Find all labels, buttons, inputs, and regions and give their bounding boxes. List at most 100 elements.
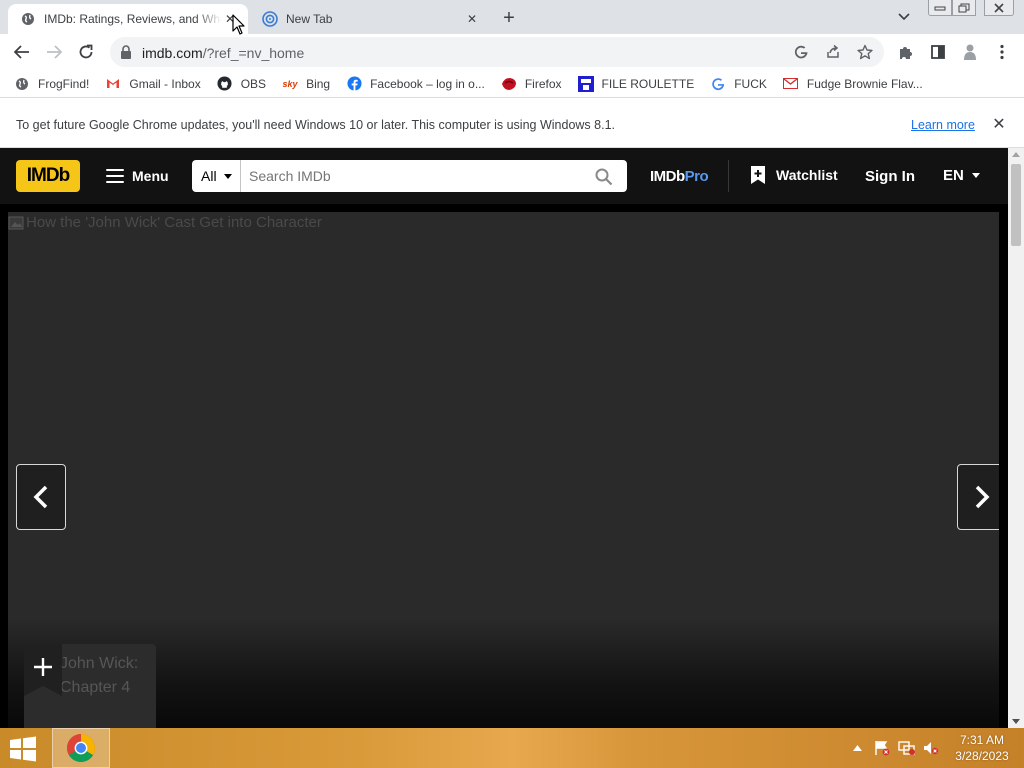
mail-icon — [783, 76, 799, 92]
reload-icon[interactable] — [74, 40, 98, 64]
taskbar-clock[interactable]: 7:31 AM 3/28/2023 — [946, 732, 1018, 764]
watchlist-button[interactable]: Watchlist — [750, 166, 838, 184]
windows-taskbar: 7:31 AM 3/28/2023 — [0, 728, 1024, 768]
facebook-icon — [346, 76, 362, 92]
carousel-next-button[interactable] — [957, 464, 999, 530]
hamburger-icon — [106, 169, 124, 183]
side-panel-icon[interactable] — [928, 42, 948, 62]
bookmark-file-roulette[interactable]: FILE ROULETTE — [577, 75, 695, 92]
imdbpro-link[interactable]: IMDbPro — [650, 168, 709, 185]
bookmark-google[interactable]: FUCK — [710, 76, 767, 92]
window-close-icon[interactable] — [984, 0, 1014, 16]
roulette-icon — [577, 75, 594, 92]
back-arrow-icon[interactable] — [10, 40, 34, 64]
hero-image-alt-text: How the 'John Wick' Cast Get into Charac… — [26, 214, 322, 231]
bookmark-label: Facebook – log in o... — [370, 76, 485, 91]
carousel-prev-button[interactable] — [16, 464, 66, 530]
infobar-message: To get future Google Chrome updates, you… — [16, 118, 615, 132]
url-text: imdb.com/?ref_=nv_home — [142, 45, 305, 61]
nav-divider — [728, 160, 729, 192]
volume-muted-icon[interactable] — [922, 740, 940, 756]
hero-gradient — [8, 618, 999, 728]
address-bar[interactable]: imdb.com/?ref_=nv_home — [110, 37, 884, 67]
watchlist-bookmark-plus-icon — [751, 166, 765, 184]
imdb-navbar: IMDb Menu All IMDbPro Watchlist Sign In … — [0, 148, 1008, 204]
tray-overflow-chevron-icon[interactable] — [852, 740, 862, 756]
tab-search-chevron-icon[interactable] — [894, 8, 914, 26]
language-selector[interactable]: EN — [943, 167, 980, 184]
window-minimize-icon[interactable] — [928, 0, 952, 16]
bookmark-label: OBS — [240, 76, 267, 91]
watchlist-label: Watchlist — [776, 167, 838, 183]
bookmark-label: FILE ROULETTE — [601, 76, 695, 91]
tab-new-tab[interactable]: New Tab ✕ — [250, 4, 490, 34]
firefox-icon — [501, 76, 517, 92]
taskbar-chrome-button[interactable] — [52, 728, 110, 768]
bookmarks-bar: FrogFind! Gmail - Inbox OBS sky Bing Fac… — [0, 70, 1024, 98]
gmail-icon — [105, 76, 121, 92]
chrome-icon — [67, 734, 95, 762]
bookmark-frogfind[interactable]: FrogFind! — [14, 76, 89, 92]
bookmark-label: FUCK — [734, 76, 767, 91]
clock-date: 3/28/2023 — [955, 749, 1009, 763]
bookmark-label: Fudge Brownie Flav... — [806, 76, 923, 91]
bookmark-gmail[interactable]: Gmail - Inbox — [105, 76, 201, 92]
tab-strip: IMDb: Ratings, Reviews, and Where to Wat… — [0, 0, 1024, 34]
search-category-dropdown[interactable]: All — [192, 160, 241, 192]
bookmark-fudge-brownie[interactable]: Fudge Brownie Flav... — [783, 76, 923, 92]
search-bar: All — [192, 160, 627, 192]
search-input[interactable] — [242, 160, 582, 192]
poster-card[interactable]: John Wick: Chapter 4 — [24, 644, 156, 728]
scroll-down-arrow-icon[interactable] — [1012, 719, 1020, 724]
infobar-close-icon[interactable]: ✕ — [990, 115, 1008, 133]
bookmark-firefox[interactable]: Firefox — [501, 76, 562, 92]
share-icon[interactable] — [824, 43, 842, 61]
scrollbar-thumb[interactable] — [1011, 164, 1021, 246]
forward-arrow-icon[interactable] — [42, 40, 66, 64]
page-scrollbar[interactable] — [1008, 148, 1024, 728]
windows-start-icon[interactable] — [8, 736, 38, 762]
bing-icon: sky — [282, 78, 298, 89]
lock-icon — [121, 45, 131, 59]
caret-down-icon — [971, 173, 980, 178]
menu-label: Menu — [132, 168, 169, 184]
menu-button[interactable]: Menu — [106, 162, 169, 190]
mouse-pointer-icon — [232, 14, 245, 35]
extensions-puzzle-icon[interactable] — [896, 42, 916, 62]
add-to-watchlist-ribbon-icon[interactable] — [24, 644, 62, 696]
tab-close-icon[interactable]: ✕ — [464, 11, 480, 27]
window-restore-icon[interactable] — [952, 0, 976, 16]
clock-time: 7:31 AM — [959, 733, 1005, 747]
google-lens-icon[interactable] — [792, 43, 810, 61]
bookmark-label: Firefox — [524, 76, 562, 91]
broken-image-icon — [8, 216, 24, 229]
poster-alt-text: John Wick: Chapter 4 — [60, 655, 139, 696]
language-label: EN — [943, 167, 964, 184]
network-icon[interactable] — [897, 740, 917, 756]
learn-more-link[interactable]: Learn more — [911, 118, 975, 132]
new-tab-plus-icon[interactable]: + — [498, 7, 520, 29]
more-menu-icon[interactable] — [992, 42, 1012, 62]
google-icon — [710, 76, 726, 92]
chevron-left-icon — [33, 485, 48, 509]
search-icon[interactable] — [594, 167, 614, 187]
hero-carousel[interactable]: How the 'John Wick' Cast Get into Charac… — [8, 212, 999, 728]
scroll-up-arrow-icon[interactable] — [1012, 152, 1020, 157]
imdb-logo[interactable]: IMDb — [16, 160, 80, 192]
hero-image-broken: How the 'John Wick' Cast Get into Charac… — [8, 214, 322, 231]
tab-title: New Tab — [286, 12, 333, 26]
search-category-label: All — [201, 168, 217, 184]
page-viewport: IMDb Menu All IMDbPro Watchlist Sign In … — [0, 148, 1008, 728]
globe-icon — [14, 76, 30, 92]
bookmark-label: Bing — [306, 76, 331, 91]
bookmark-bing[interactable]: sky Bing — [282, 76, 331, 92]
profile-avatar-icon[interactable] — [960, 42, 980, 62]
tab-imdb[interactable]: IMDb: Ratings, Reviews, and Where to Wat… — [8, 4, 248, 34]
bookmark-obs[interactable]: OBS — [217, 76, 266, 92]
bookmark-label: Gmail - Inbox — [129, 76, 201, 91]
tab-title: IMDb: Ratings, Reviews, and Where to Wat… — [44, 12, 222, 26]
sign-in-link[interactable]: Sign In — [865, 168, 915, 185]
bookmark-facebook[interactable]: Facebook – log in o... — [346, 76, 485, 92]
bookmark-star-icon[interactable] — [856, 43, 874, 61]
action-center-flag-icon[interactable] — [873, 740, 891, 756]
